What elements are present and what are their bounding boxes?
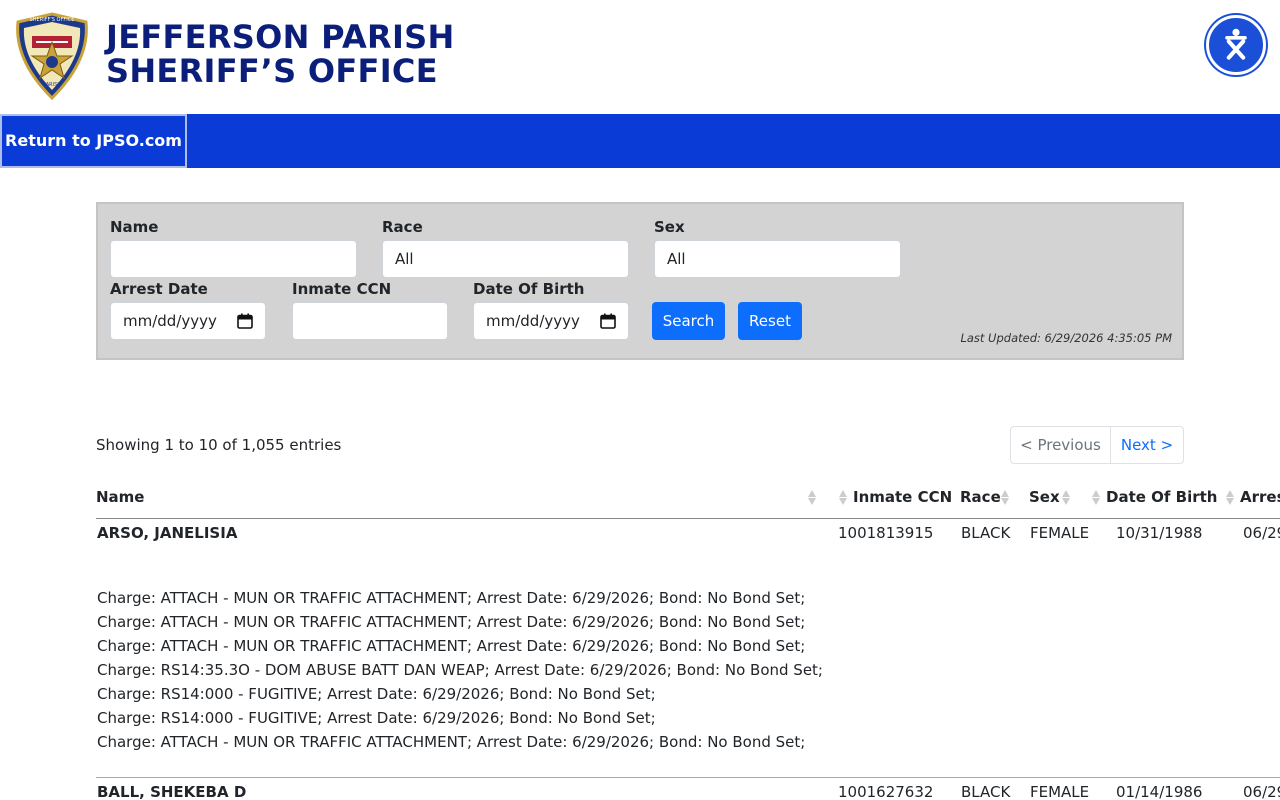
sex-label: Sex bbox=[654, 218, 685, 236]
row-divider bbox=[96, 777, 1280, 778]
site-header: SHERIFF'S OFFICE PARISH JEFFERSON PARISH… bbox=[0, 0, 1280, 114]
inmate-ccn-label: Inmate CCN bbox=[292, 280, 392, 298]
calendar-icon[interactable] bbox=[600, 313, 616, 329]
calendar-icon[interactable] bbox=[237, 313, 253, 329]
site-title-line1: JEFFERSON PARISH bbox=[106, 18, 455, 56]
column-header-date-of-birth[interactable]: Date Of Birth bbox=[1106, 488, 1217, 506]
column-header-arrest-date[interactable]: Arres bbox=[1240, 488, 1280, 506]
arrest-date-label: Arrest Date bbox=[110, 280, 208, 298]
dob-label: Date Of Birth bbox=[473, 280, 585, 298]
arrest-date-value: mm/dd/yyyy bbox=[123, 312, 217, 330]
charge-line: Charge: ATTACH - MUN OR TRAFFIC ATTACHME… bbox=[97, 613, 806, 631]
sort-icon[interactable] bbox=[1061, 489, 1071, 506]
race-select[interactable]: All bbox=[382, 240, 629, 278]
charge-line: Charge: ATTACH - MUN OR TRAFFIC ATTACHME… bbox=[97, 733, 806, 751]
return-to-jpso-link[interactable]: Return to JPSO.com bbox=[0, 114, 187, 168]
table-header-divider bbox=[96, 518, 1280, 519]
column-header-name[interactable]: Name bbox=[96, 488, 144, 506]
accessibility-button[interactable] bbox=[1206, 15, 1266, 75]
inmate-ccn-input[interactable] bbox=[292, 302, 448, 340]
column-header-sex[interactable]: Sex bbox=[1029, 488, 1060, 506]
inmate-dob: 01/14/1986 bbox=[1116, 783, 1203, 800]
svg-text:PARISH: PARISH bbox=[43, 82, 61, 88]
charge-line: Charge: RS14:000 - FUGITIVE; Arrest Date… bbox=[97, 685, 656, 703]
inmate-sex: FEMALE bbox=[1030, 524, 1090, 542]
inmate-arrest-date: 06/29 bbox=[1243, 524, 1280, 542]
pagination: < Previous Next > bbox=[1010, 426, 1184, 464]
charge-line: Charge: RS14:000 - FUGITIVE; Arrest Date… bbox=[97, 709, 656, 727]
inmate-name[interactable]: ARSO, JANELISIA bbox=[97, 524, 237, 542]
search-filter-panel: Name Race All Sex All Arrest Date mm/dd/… bbox=[96, 202, 1184, 360]
inmate-ccn: 1001627632 bbox=[838, 783, 934, 800]
next-page-button[interactable]: Next > bbox=[1111, 427, 1183, 463]
inmate-arrest-date: 06/29 bbox=[1243, 783, 1280, 800]
reset-button[interactable]: Reset bbox=[738, 302, 802, 340]
nav-bar: Return to JPSO.com bbox=[0, 114, 1280, 168]
sort-icon[interactable] bbox=[1000, 489, 1010, 506]
svg-text:SHERIFF'S OFFICE: SHERIFF'S OFFICE bbox=[30, 17, 75, 23]
arrest-date-input[interactable]: mm/dd/yyyy bbox=[110, 302, 266, 340]
dob-value: mm/dd/yyyy bbox=[486, 312, 580, 330]
inmate-ccn: 1001813915 bbox=[838, 524, 934, 542]
sort-icon[interactable] bbox=[1225, 489, 1235, 506]
dob-input[interactable]: mm/dd/yyyy bbox=[473, 302, 629, 340]
sort-icon[interactable] bbox=[1091, 489, 1101, 506]
column-header-inmate-ccn[interactable]: Inmate CCN bbox=[853, 488, 952, 506]
inmate-sex: FEMALE bbox=[1030, 783, 1090, 800]
name-input[interactable] bbox=[110, 240, 357, 278]
charge-list: Charge: ATTACH - MUN OR TRAFFIC ATTACHME… bbox=[97, 586, 823, 754]
charge-line: Charge: ATTACH - MUN OR TRAFFIC ATTACHME… bbox=[97, 589, 806, 607]
previous-page-button[interactable]: < Previous bbox=[1011, 427, 1111, 463]
accessibility-icon bbox=[1225, 28, 1247, 60]
inmate-race: BLACK bbox=[961, 783, 1011, 800]
race-label: Race bbox=[382, 218, 423, 236]
site-title: JEFFERSON PARISH SHERIFF’S OFFICE bbox=[106, 20, 455, 88]
sex-select[interactable]: All bbox=[654, 240, 901, 278]
sort-icon[interactable] bbox=[807, 489, 817, 506]
name-label: Name bbox=[110, 218, 159, 236]
inmate-dob: 10/31/1988 bbox=[1116, 524, 1203, 542]
entries-info: Showing 1 to 10 of 1,055 entries bbox=[96, 436, 342, 454]
site-title-line2: SHERIFF’S OFFICE bbox=[106, 52, 438, 90]
inmate-name[interactable]: BALL, SHEKEBA D bbox=[97, 783, 246, 800]
search-button[interactable]: Search bbox=[652, 302, 725, 340]
last-updated-text: Last Updated: 6/29/2026 4:35:05 PM bbox=[960, 331, 1172, 345]
sort-icon[interactable] bbox=[838, 489, 848, 506]
column-header-race[interactable]: Race bbox=[960, 488, 1001, 506]
sheriff-badge-logo: SHERIFF'S OFFICE PARISH bbox=[16, 12, 88, 100]
inmate-race: BLACK bbox=[961, 524, 1011, 542]
charge-line: Charge: ATTACH - MUN OR TRAFFIC ATTACHME… bbox=[97, 637, 806, 655]
charge-line: Charge: RS14:35.3O - DOM ABUSE BATT DAN … bbox=[97, 661, 823, 679]
